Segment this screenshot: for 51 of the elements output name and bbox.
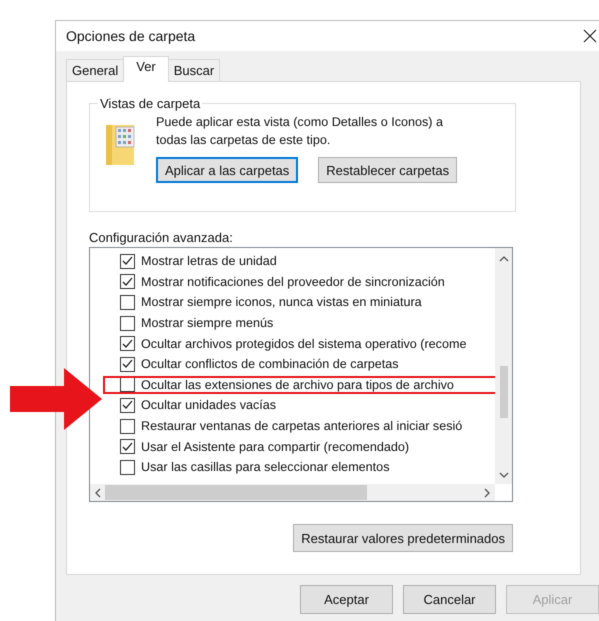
scroll-up-icon[interactable] (498, 254, 508, 264)
scroll-thumb[interactable] (500, 366, 508, 418)
checkmark-icon (122, 276, 133, 287)
horizontal-scrollbar[interactable] (90, 484, 495, 501)
arrow-icon (10, 368, 102, 430)
checkbox[interactable] (120, 439, 135, 454)
checkmark-icon (122, 256, 133, 266)
checkbox[interactable] (120, 274, 135, 290)
option-label[interactable]: Ocultar archivos protegidos del sistema operativo (recome (141, 336, 466, 351)
checkbox[interactable] (120, 460, 135, 475)
checkmark-icon (122, 442, 133, 452)
option-label[interactable]: Restaurar ventanas de carpetas anteriores al iniciar sesió (141, 419, 462, 434)
checkbox[interactable] (120, 254, 135, 269)
option-label[interactable]: Mostrar letras de unidad (141, 254, 277, 268)
settings-list[interactable] (89, 247, 513, 502)
checkmark-icon (122, 338, 133, 349)
option-label[interactable]: Ocultar las extensiones de archivo para tipos de archivo (141, 378, 454, 392)
apply-folders-button[interactable]: Aplicar a las carpetas (156, 157, 298, 183)
scroll-right-icon[interactable] (482, 488, 492, 498)
option-label[interactable]: Usar el Asistente para compartir (recomendado) (141, 440, 410, 454)
section-label: Configuración avanzada: (89, 230, 234, 245)
option-label[interactable]: Ocultar unidades vacías (141, 398, 276, 412)
checkmark-icon (122, 359, 133, 370)
option-label[interactable]: Mostrar notificaciones del proveedor de sincronización (141, 274, 445, 289)
scroll-left-icon[interactable] (93, 488, 103, 498)
reset-folders-button[interactable]: Restablecer carpetas (318, 157, 458, 183)
description-text: Puede aplicar esta vista (como Detalles o Iconos) a todas las carpetas de este tipo. (156, 114, 444, 149)
checkbox[interactable] (120, 294, 135, 310)
checkbox[interactable] (120, 356, 135, 372)
checkmark-icon (122, 400, 133, 410)
window-title: Opciones de carpeta (66, 28, 196, 44)
restore-defaults-button[interactable]: Restaurar valores predeterminados (293, 524, 513, 552)
group-title: Vistas de carpeta (99, 96, 202, 111)
close-icon[interactable] (583, 29, 597, 43)
scroll-thumb[interactable] (105, 485, 367, 500)
option-label[interactable]: Mostrar siempre iconos, nunca vistas en miniatura (141, 295, 422, 310)
option-label[interactable]: Usar las casillas para seleccionar elementos (141, 460, 390, 474)
ok-button[interactable]: Aceptar (300, 585, 393, 614)
tab[interactable]: General (66, 59, 124, 81)
checkbox[interactable] (120, 336, 135, 352)
checkbox[interactable] (120, 316, 135, 331)
tab[interactable]: Ver (123, 56, 169, 82)
checkbox[interactable] (120, 398, 135, 413)
vertical-scrollbar[interactable] (495, 248, 512, 484)
checkbox[interactable] (120, 418, 135, 434)
cancel-button[interactable]: Cancelar (403, 585, 496, 614)
scroll-down-icon[interactable] (498, 470, 508, 480)
tab[interactable]: Buscar (168, 59, 220, 81)
option-label[interactable]: Mostrar siempre menús (141, 316, 274, 330)
checkbox[interactable] (120, 377, 135, 392)
option-label[interactable]: Ocultar conflictos de combinación de carpetas (141, 357, 399, 372)
